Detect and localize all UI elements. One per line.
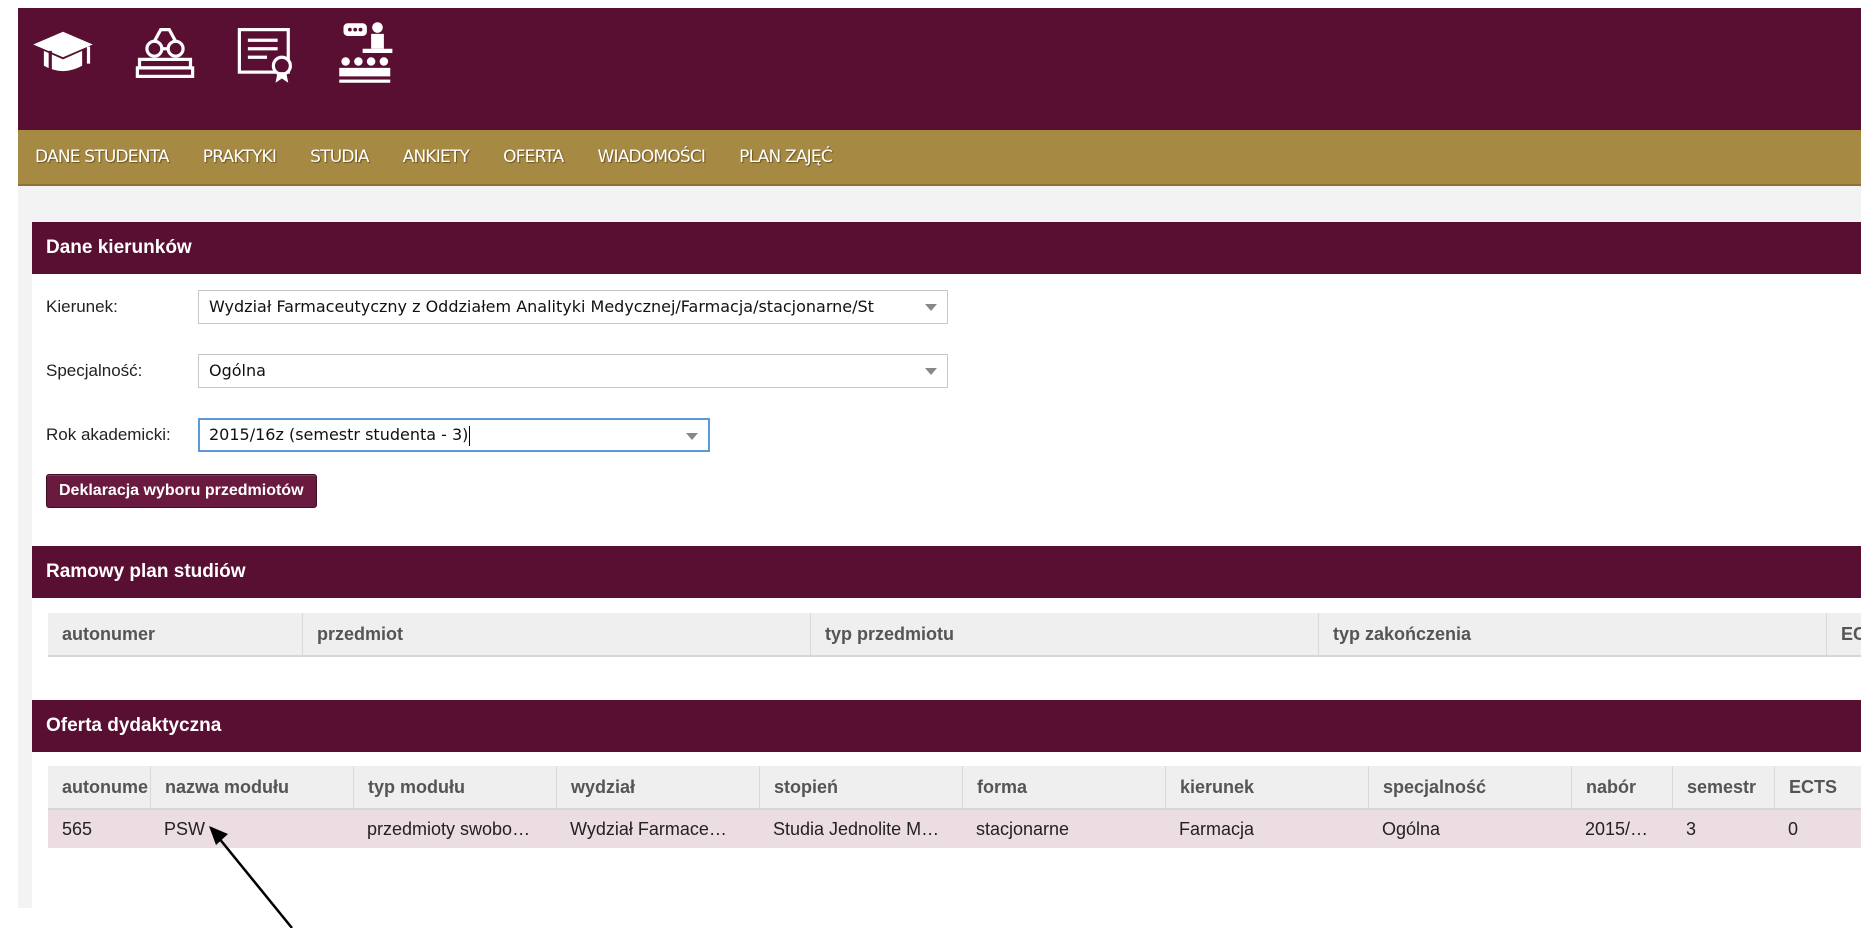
table-cell: Wydział Farmace… [570,819,727,839]
specjalnosc-label: Specjalność: [46,361,143,380]
column-header[interactable]: typ modułu [353,766,556,808]
section-header-oferta: Oferta dydaktyczna [32,700,1861,752]
column-header[interactable]: typ zakończenia [1318,613,1826,655]
content-panel: Dane kierunków Kierunek: Wydział Farmace… [32,222,1861,908]
nav-plan-zajec[interactable]: PLAN ZAJĘĆ [739,147,833,167]
header-icons [28,18,404,88]
presentation-audience-icon[interactable] [334,18,404,88]
table-cell: Farmacja [1179,819,1255,839]
graduation-cap-icon[interactable] [28,18,98,88]
table-cell: przedmioty swobo… [367,819,531,839]
table-cell: PSW [164,819,206,839]
nav-oferta[interactable]: OFERTA [503,147,564,167]
table-cell: Ogólna [1382,819,1441,839]
page: DANE STUDENTA PRAKTYKI STUDIA ANKIETY OF… [0,0,1861,928]
rok-value: 2015/16z (semestr studenta - 3) [209,425,469,444]
column-header[interactable]: przedmiot [302,613,810,655]
column-header[interactable]: autonume [48,766,150,808]
nav-dane-studenta[interactable]: DANE STUDENTA [35,147,170,167]
column-header[interactable]: autonumer [48,613,302,655]
table-cell: 565 [62,819,93,839]
oferta-grid-header: autonume nazwa modułu typ modułu wydział… [48,766,1861,810]
table-cell: Studia Jednolite M… [773,819,940,839]
text-caret [469,425,471,446]
ramowy-grid-header: autonumer przedmiot typ przedmiotu typ z… [48,613,1861,657]
column-header[interactable]: EC [1826,613,1861,655]
kierunek-row: Kierunek: [46,290,118,324]
nav-praktyki[interactable]: PRAKTYKI [203,147,277,167]
kierunek-value: Wydział Farmaceutyczny z Oddziałem Anali… [209,297,874,316]
deklaracja-button[interactable]: Deklaracja wyboru przedmiotów [46,474,317,508]
top-header [18,8,1861,130]
table-cell: stacjonarne [976,819,1070,839]
certificate-icon[interactable] [232,18,302,88]
column-header[interactable]: specjalność [1368,766,1571,808]
table-cell: 3 [1686,819,1697,839]
nav-studia[interactable]: STUDIA [310,147,369,167]
chevron-down-icon [925,304,937,311]
column-header[interactable]: forma [962,766,1165,808]
specjalnosc-row: Specjalność: [46,354,142,388]
specjalnosc-select[interactable]: Ogólna [198,354,948,388]
books-glasses-icon[interactable] [130,18,200,88]
table-row[interactable]: 565 PSW przedmioty swobo… Wydział Farmac… [48,810,1861,848]
kierunek-select[interactable]: Wydział Farmaceutyczny z Oddziałem Anali… [198,290,948,324]
column-header[interactable]: typ przedmiotu [810,613,1318,655]
rok-label: Rok akademicki: [46,425,171,444]
column-header[interactable]: nazwa modułu [150,766,353,808]
rok-row: Rok akademicki: [46,418,171,452]
column-header[interactable]: nabór [1571,766,1672,808]
nav-ankiety[interactable]: ANKIETY [403,147,470,167]
column-header[interactable]: semestr [1672,766,1774,808]
table-cell: 2015/… [1585,819,1649,839]
chevron-down-icon [925,368,937,375]
main-nav: DANE STUDENTA PRAKTYKI STUDIA ANKIETY OF… [18,130,1861,186]
kierunek-label: Kierunek: [46,297,118,316]
section-header-dane-kierunkow: Dane kierunków [32,222,1861,274]
table-cell: 0 [1788,819,1799,839]
section-header-ramowy-plan: Ramowy plan studiów [32,546,1861,598]
column-header[interactable]: ECTS [1774,766,1861,808]
nav-wiadomosci[interactable]: WIADOMOŚCI [597,147,705,167]
column-header[interactable]: kierunek [1165,766,1368,808]
specjalnosc-value: Ogólna [209,361,266,380]
column-header[interactable]: wydział [556,766,759,808]
rok-akademicki-select[interactable]: 2015/16z (semestr studenta - 3) [198,418,710,452]
column-header[interactable]: stopień [759,766,962,808]
chevron-down-icon [686,433,698,440]
